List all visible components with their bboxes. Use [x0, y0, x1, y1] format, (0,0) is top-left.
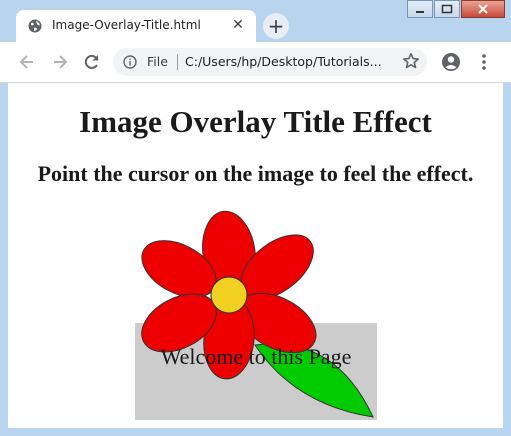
address-divider: [177, 54, 178, 70]
flower-center: [210, 276, 248, 314]
profile-avatar-icon[interactable]: [441, 52, 461, 72]
page-title: Image Overlay Title Effect: [79, 104, 432, 139]
scheme-label: File: [147, 54, 168, 69]
tab-title: Image-Overlay-Title.html: [52, 18, 201, 32]
close-window-button[interactable]: [461, 0, 505, 18]
maximize-icon: [441, 4, 453, 14]
close-tab-icon[interactable]: ✕: [230, 17, 246, 33]
globe-icon: [28, 19, 42, 33]
new-tab-button[interactable]: +: [263, 13, 289, 39]
browser-window: Image-Overlay-Title.html ✕ + File C:/Use…: [0, 0, 511, 436]
minimize-icon: [416, 11, 424, 13]
forward-arrow-icon[interactable]: [50, 52, 70, 72]
kebab-menu-icon[interactable]: [478, 52, 490, 72]
maximize-button[interactable]: [434, 0, 460, 18]
window-controls: [406, 0, 505, 20]
bookmark-star-icon[interactable]: [402, 52, 420, 70]
reload-icon[interactable]: [82, 52, 102, 72]
minimize-button[interactable]: [407, 0, 433, 18]
back-arrow-icon[interactable]: [17, 52, 37, 72]
overlay-text-layer: Welcome to this Page: [135, 323, 377, 420]
address-bar[interactable]: File C:/Users/hp/Desktop/Tutorials...: [113, 48, 427, 76]
close-icon: [478, 4, 488, 14]
image-container[interactable]: Welcome to this Page Welcome to this Pag…: [135, 205, 377, 420]
browser-tab[interactable]: Image-Overlay-Title.html ✕: [16, 10, 256, 42]
page-viewport: Image Overlay Title Effect Point the cur…: [8, 83, 503, 428]
tab-strip: Image-Overlay-Title.html ✕ +: [0, 0, 511, 42]
overlay-caption-front: Welcome to this Page: [160, 344, 352, 369]
info-icon[interactable]: [123, 55, 137, 69]
browser-toolbar: File C:/Users/hp/Desktop/Tutorials...: [0, 42, 511, 83]
url-text[interactable]: C:/Users/hp/Desktop/Tutorials...: [185, 54, 400, 69]
page-subtitle: Point the cursor on the image to feel th…: [37, 161, 474, 186]
